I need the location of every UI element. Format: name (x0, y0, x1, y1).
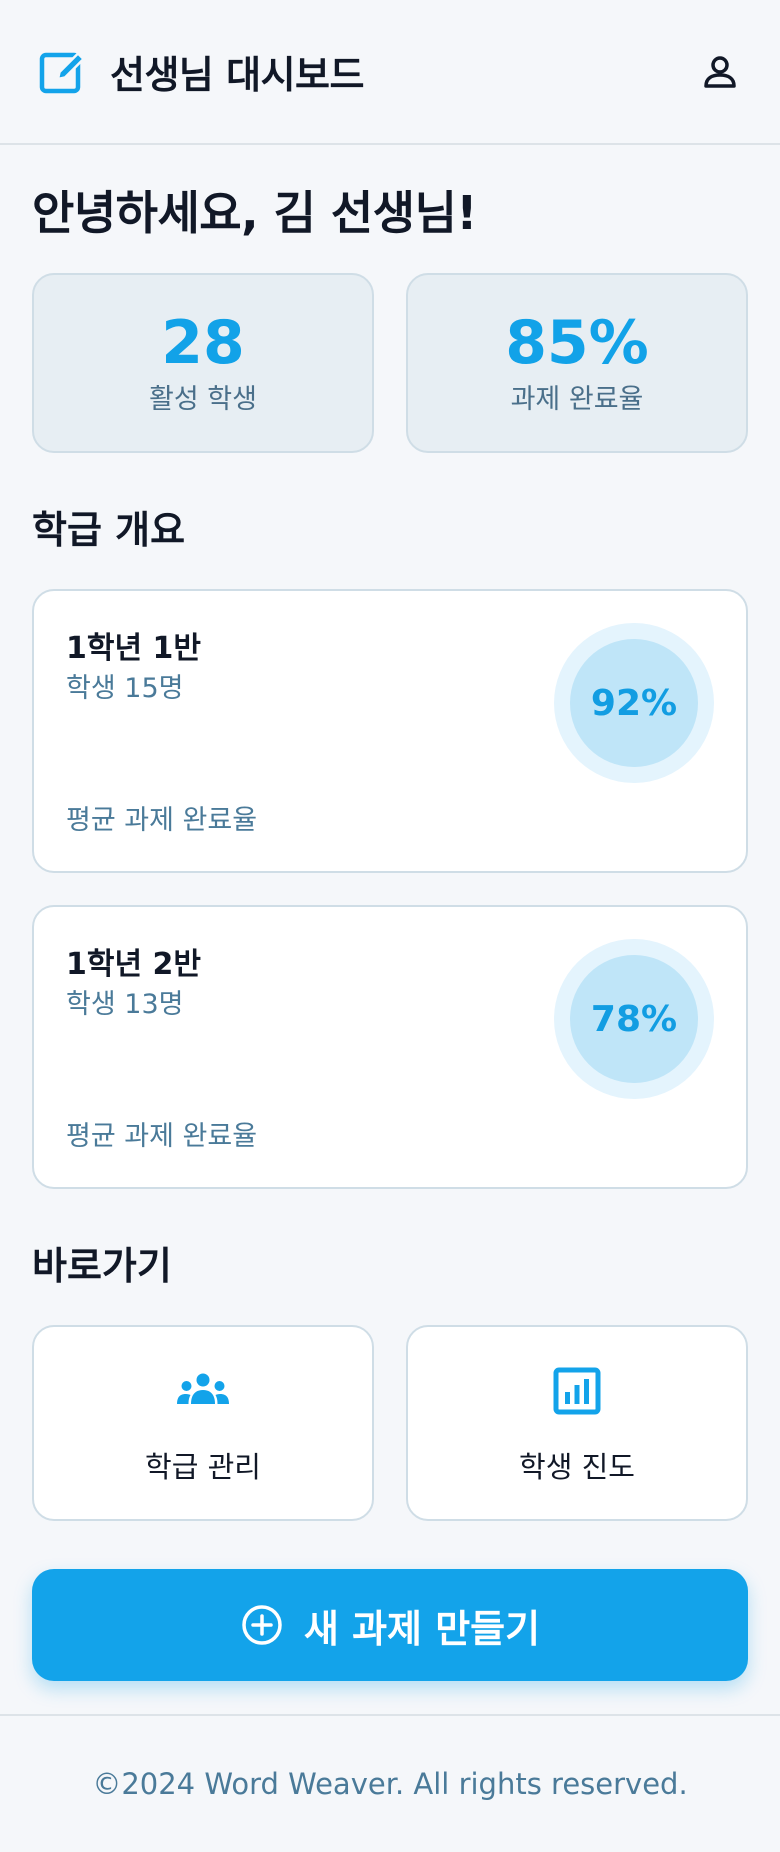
section-title-shortcuts: 바로가기 (32, 1244, 172, 1288)
completion-rate: 92% (570, 639, 698, 767)
bar-chart-icon (553, 1367, 601, 1415)
stat-card-active-students: 28 활성 학생 (32, 273, 374, 453)
app-header: 선생님 대시보드 (0, 0, 780, 145)
completion-ring: 78% (554, 939, 714, 1099)
stats-row: 28 활성 학생 85% 과제 완료율 (32, 273, 748, 453)
shortcut-label: 학급 관리 (145, 1450, 261, 1484)
stat-card-completion-rate: 85% 과제 완료율 (406, 273, 748, 453)
main-content: 안녕하세요, 김 선생님! 28 활성 학생 85% 과제 완료율 학급 개요 … (0, 183, 780, 1681)
shortcuts-row: 학급 관리 학생 진도 (32, 1325, 748, 1521)
create-assignment-button[interactable]: 새 과제 만들기 (32, 1569, 748, 1681)
teacher-dashboard-page: 선생님 대시보드 안녕하세요, 김 선생님! 28 활성 학생 85% 과제 완… (0, 0, 780, 1852)
stat-label: 활성 학생 (149, 383, 257, 415)
edit-square-icon (39, 51, 85, 93)
profile-button[interactable] (692, 44, 748, 100)
plus-circle-icon (242, 1605, 282, 1645)
shortcut-label: 학생 진도 (519, 1450, 635, 1484)
user-icon (704, 55, 736, 88)
shortcut-class-management[interactable]: 학급 관리 (32, 1325, 374, 1521)
shortcut-student-progress[interactable]: 학생 진도 (406, 1325, 748, 1521)
page-title: 선생님 대시보드 (110, 53, 364, 97)
brand: 선생님 대시보드 (38, 44, 364, 99)
greeting: 안녕하세요, 김 선생님! (32, 186, 477, 240)
footer: ©2024 Word Weaver. All rights reserved. (0, 1714, 780, 1852)
class-card[interactable]: 1학년 1반 학생 15명 평균 과제 완료율 92% (32, 589, 748, 873)
completion-rate: 78% (570, 955, 698, 1083)
create-assignment-label: 새 과제 만들기 (303, 1606, 541, 1651)
copyright-text: ©2024 Word Weaver. All rights reserved. (92, 1767, 688, 1801)
class-average-label: 평균 과제 완료율 (66, 1121, 258, 1152)
completion-ring: 92% (554, 623, 714, 783)
class-card[interactable]: 1학년 2반 학생 13명 평균 과제 완료율 78% (32, 905, 748, 1189)
section-title-overview: 학급 개요 (32, 508, 186, 552)
class-average-label: 평균 과제 완료율 (66, 805, 258, 836)
group-icon (177, 1373, 229, 1404)
stat-value: 85% (505, 307, 649, 378)
stat-value: 28 (161, 307, 245, 378)
stat-label: 과제 완료율 (510, 383, 644, 415)
